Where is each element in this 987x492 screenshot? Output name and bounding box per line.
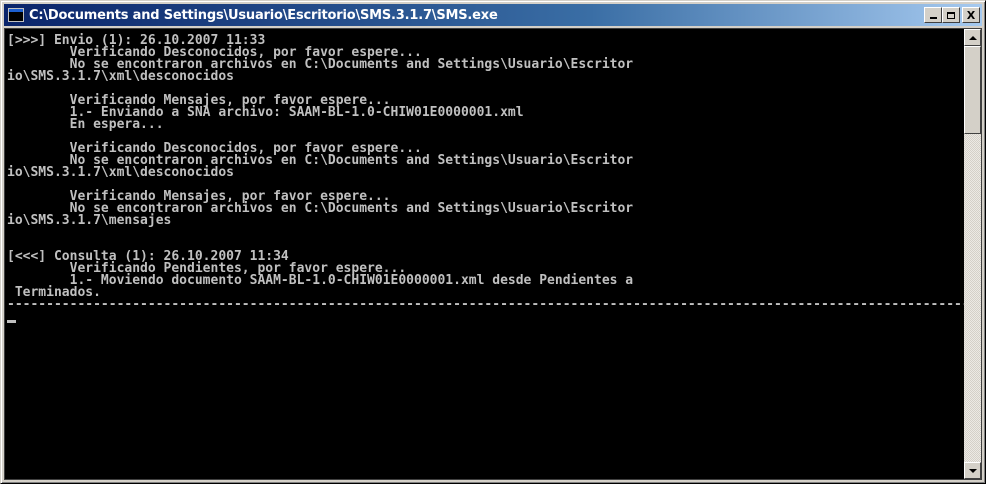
console-prompt-line [7, 311, 964, 323]
console-line: io\SMS.3.1.7\mensajes [7, 213, 172, 228]
console-line: En espera... [7, 117, 164, 132]
console-window: C:\Documents and Settings\Usuario\Escrit… [0, 0, 986, 484]
maximize-button[interactable] [942, 7, 960, 23]
vertical-scrollbar[interactable] [964, 29, 981, 479]
arrow-down-icon [968, 468, 977, 473]
console-area[interactable]: [>>>] Envio (1): 26.10.2007 11:33 Verifi… [4, 28, 982, 480]
console-icon[interactable] [8, 8, 24, 22]
window-controls: X [924, 7, 980, 23]
console-line: io\SMS.3.1.7\xml\desconocidos [7, 165, 234, 180]
text-cursor [7, 320, 16, 323]
console-output[interactable]: [>>>] Envio (1): 26.10.2007 11:33 Verifi… [5, 29, 964, 479]
scroll-up-button[interactable] [964, 29, 981, 46]
scrollbar-thumb[interactable] [964, 46, 981, 134]
minimize-icon [929, 17, 937, 19]
title-bar[interactable]: C:\Documents and Settings\Usuario\Escrit… [4, 4, 982, 26]
scroll-down-button[interactable] [964, 462, 981, 479]
console-line: io\SMS.3.1.7\xml\desconocidos [7, 69, 234, 84]
minimize-button[interactable] [924, 7, 942, 23]
maximize-icon [947, 11, 955, 19]
console-separator: ----------------------------------------… [7, 297, 964, 312]
close-button[interactable]: X [962, 7, 980, 23]
window-title: C:\Documents and Settings\Usuario\Escrit… [29, 7, 498, 23]
console-line: 1.- Moviendo documento SAAM-BL-1.0-CHIW0… [7, 273, 634, 288]
arrow-up-icon [968, 35, 977, 40]
close-icon: X [966, 8, 976, 22]
